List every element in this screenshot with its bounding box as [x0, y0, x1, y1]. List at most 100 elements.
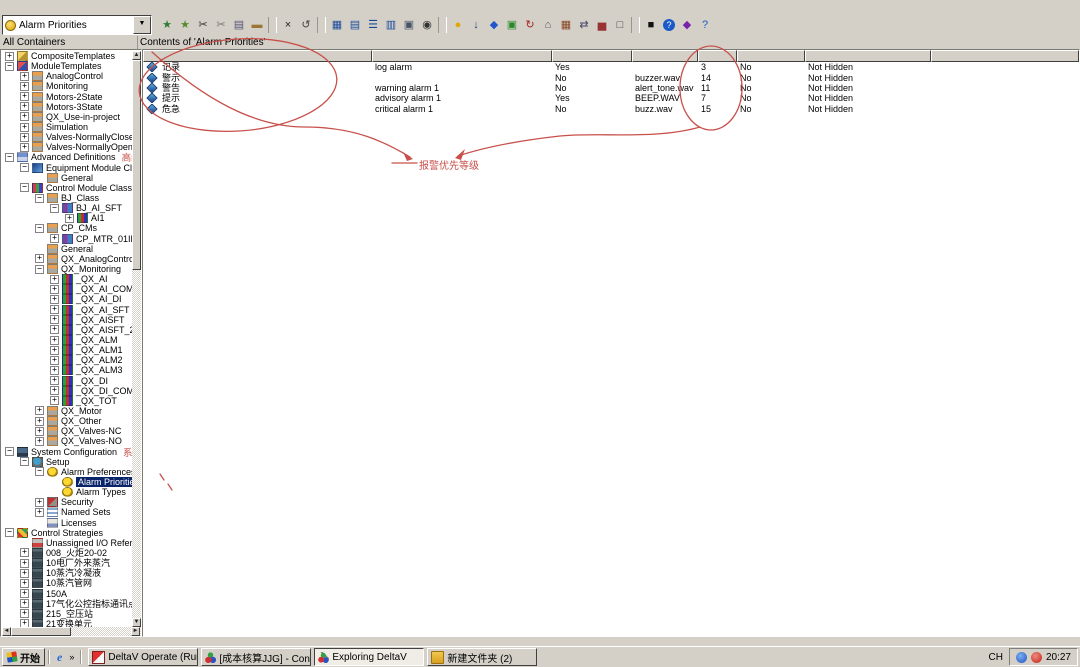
refresh-icon[interactable]: ↻ — [522, 17, 539, 33]
tree-expander-icon[interactable]: + — [20, 112, 29, 121]
tree-item[interactable]: − CP_CMs — [1, 223, 132, 233]
tree-item[interactable]: Licenses — [1, 517, 132, 527]
tree-item[interactable]: + Monitoring — [1, 81, 132, 91]
scroll-up-icon[interactable]: ▲ — [132, 51, 141, 60]
menu-item[interactable] — [0, 1, 14, 14]
tree-item[interactable]: Unassigned I/O Reference — [1, 538, 132, 548]
user-icon[interactable]: ◉ — [419, 17, 436, 33]
tree-item[interactable]: + Security — [1, 497, 132, 507]
menu-item[interactable] — [14, 1, 28, 14]
tree-expander-icon[interactable]: + — [35, 437, 44, 446]
tree-expander-icon[interactable]: + — [50, 315, 59, 324]
tree-item[interactable]: + _QX_TOT — [1, 396, 132, 406]
tree-item[interactable]: − Equipment Module Clas — [1, 163, 132, 173]
tree-item[interactable]: + QX_Valves-NC — [1, 426, 132, 436]
delete-small-icon[interactable]: ✂ — [213, 17, 230, 33]
tree-expander-icon[interactable]: + — [20, 72, 29, 81]
batch-icon[interactable]: ■ — [643, 17, 660, 33]
tree-item[interactable]: + _QX_ALM — [1, 335, 132, 345]
tree-expander-icon[interactable]: + — [35, 498, 44, 507]
tree-item[interactable]: + 10蒸汽冷凝液 — [1, 568, 132, 578]
tree-expander-icon[interactable]: + — [20, 599, 29, 608]
tree-vertical-scrollbar[interactable] — [132, 51, 141, 627]
table-row[interactable]: 提示 advisory alarm 1 Yes BEEP.WAV 7 No No… — [143, 93, 1079, 103]
picture-icon[interactable]: ▣ — [504, 17, 521, 33]
menu-item[interactable] — [84, 1, 98, 14]
tree-expander-icon[interactable]: + — [20, 143, 29, 152]
language-indicator[interactable]: CH — [983, 652, 1009, 663]
context-help-icon[interactable]: ? — [697, 17, 714, 33]
slideshow-icon[interactable]: ▣ — [401, 17, 418, 33]
tree-expander-icon[interactable]: + — [20, 102, 29, 111]
table-row[interactable]: 危急 critical alarm 1 No buzz.wav 15 No No… — [143, 104, 1079, 114]
tree-expander-icon[interactable]: + — [35, 417, 44, 426]
tree-item[interactable]: + _QX_AI_DI — [1, 294, 132, 304]
tree-expander-icon[interactable]: + — [20, 609, 29, 618]
tree-item[interactable]: + _QX_AISFT — [1, 315, 132, 325]
taskbar-window-button[interactable]: Exploring DeltaV — [314, 648, 424, 666]
tree-expander-icon[interactable]: + — [35, 406, 44, 415]
tree-item[interactable]: + QX_AnalogControl — [1, 254, 132, 264]
tree-expander-icon[interactable]: + — [20, 559, 29, 568]
scroll-right-icon[interactable]: ► — [131, 627, 140, 636]
find-icon[interactable]: ★ — [159, 17, 176, 33]
small-icons-icon[interactable]: ▤ — [347, 17, 364, 33]
tree-expander-icon[interactable]: + — [50, 366, 59, 375]
tree-expander-icon[interactable]: + — [35, 427, 44, 436]
tree-item[interactable]: + _QX_AI — [1, 274, 132, 284]
tree-item[interactable]: Alarm Types 报警类型 — [1, 487, 132, 497]
tree-item[interactable]: − BJ_Class — [1, 193, 132, 203]
tree-item[interactable]: + QX_Use-in-project — [1, 112, 132, 122]
tree-expander-icon[interactable]: + — [20, 133, 29, 142]
tree-item[interactable]: + QX_Valves-NO — [1, 436, 132, 446]
tree-expander-icon[interactable]: + — [35, 254, 44, 263]
list-view-icon[interactable]: ☰ — [365, 17, 382, 33]
tree-item[interactable]: − Control Module Classes — [1, 183, 132, 193]
tree-expander-icon[interactable]: + — [50, 376, 59, 385]
tree-item[interactable]: + Motors-2State — [1, 92, 132, 102]
table-column-header[interactable] — [805, 50, 931, 62]
tree-item[interactable]: + 150A — [1, 588, 132, 598]
menu-item[interactable] — [56, 1, 70, 14]
tree-item[interactable]: + _QX_DI — [1, 376, 132, 386]
tree-expander-icon[interactable]: + — [50, 285, 59, 294]
start-button[interactable]: 开始 — [2, 648, 45, 666]
menu-item[interactable] — [42, 1, 56, 14]
tree-expander-icon[interactable]: − — [35, 265, 44, 274]
tree-item[interactable]: + _QX_ALM1 — [1, 345, 132, 355]
table-row[interactable]: 警告 warning alarm 1 No alert_tone.wav 11 … — [143, 83, 1079, 93]
tree-expander-icon[interactable]: + — [20, 548, 29, 557]
tree-expander-icon[interactable]: − — [20, 163, 29, 172]
tree-item[interactable]: + Valves-NormallyOpen — [1, 142, 132, 152]
undo-icon[interactable]: ↺ — [298, 17, 315, 33]
taskbar-window-button[interactable]: [成本核算JJG] - Control ... — [201, 648, 311, 666]
tree-expander-icon[interactable]: + — [65, 214, 74, 223]
export-icon[interactable]: ⇄ — [576, 17, 593, 33]
tree-expander-icon[interactable]: − — [35, 467, 44, 476]
copy-icon[interactable]: ▤ — [231, 17, 248, 33]
paste-icon[interactable]: ▬ — [249, 17, 266, 33]
tree-item[interactable]: + _QX_AISFT_2 — [1, 325, 132, 335]
tree-item[interactable]: + 008_火炬20-02 — [1, 548, 132, 558]
tree-item[interactable]: + AnalogControl — [1, 71, 132, 81]
tree-item[interactable]: + CP_MTR_01ILP — [1, 234, 132, 244]
tree-item[interactable]: + AI1 — [1, 213, 132, 223]
tree-item[interactable]: + 10电厂外来蒸汽 — [1, 558, 132, 568]
alarm-bell-icon[interactable]: ● — [450, 17, 467, 33]
tree-item[interactable]: + 17气化公控指标通讯点 — [1, 599, 132, 609]
tree-expander-icon[interactable]: + — [20, 579, 29, 588]
tree-item[interactable]: + CompositeTemplates — [1, 51, 132, 61]
tree-item[interactable]: + _QX_DI_COM — [1, 386, 132, 396]
chart-icon[interactable]: ▅ — [594, 17, 611, 33]
chevron-down-icon[interactable]: ▼ — [133, 16, 151, 34]
tree-expander-icon[interactable]: − — [20, 183, 29, 192]
tree-expander-icon[interactable]: + — [50, 295, 59, 304]
tree-expander-icon[interactable]: − — [5, 528, 14, 537]
table-column-header[interactable] — [143, 50, 372, 62]
tree-item[interactable]: − ModuleTemplates — [1, 61, 132, 71]
tree-item[interactable]: + 21变换单元 — [1, 619, 132, 627]
tree-item[interactable]: − Advanced Definitions 高级别功能块 — [1, 152, 132, 162]
tree-item[interactable]: − Alarm Preferences 报警设置 — [1, 467, 132, 477]
monitor-icon[interactable]: □ — [612, 17, 629, 33]
tree-expander-icon[interactable]: + — [50, 336, 59, 345]
